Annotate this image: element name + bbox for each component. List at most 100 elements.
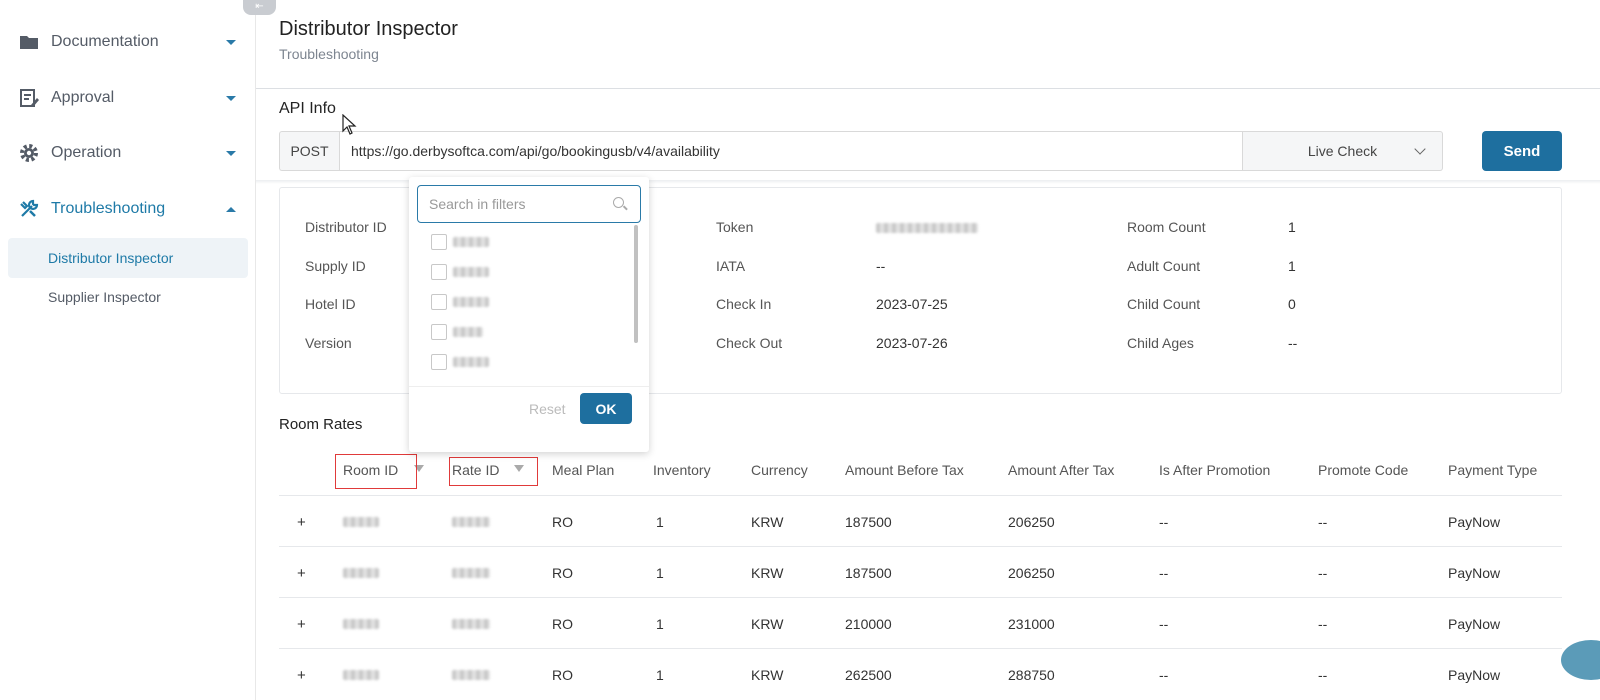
column-header-amount-before-tax[interactable]: Amount Before Tax bbox=[845, 462, 964, 478]
hotel-id-label: Hotel ID bbox=[305, 296, 356, 312]
document-edit-icon bbox=[20, 89, 39, 107]
currency-cell: KRW bbox=[751, 514, 784, 530]
expand-row-icon[interactable]: + bbox=[297, 514, 306, 531]
supply-id-label: Supply ID bbox=[305, 258, 366, 274]
folder-icon bbox=[20, 36, 38, 49]
expand-row-icon[interactable]: + bbox=[297, 616, 306, 633]
breadcrumb: Troubleshooting bbox=[279, 46, 379, 62]
inventory-cell: 1 bbox=[656, 514, 664, 530]
check-in-label: Check In bbox=[716, 296, 772, 312]
checkbox[interactable] bbox=[431, 294, 447, 310]
expand-row-icon[interactable]: + bbox=[297, 565, 306, 582]
before-tax-cell: 210000 bbox=[845, 616, 892, 632]
option-label-redacted bbox=[453, 327, 483, 337]
before-tax-cell: 187500 bbox=[845, 565, 892, 581]
expand-row-icon[interactable]: + bbox=[297, 667, 306, 684]
mode-select[interactable]: Live Check bbox=[1243, 131, 1443, 171]
before-tax-cell: 262500 bbox=[845, 667, 892, 683]
payment-type-cell: PayNow bbox=[1448, 565, 1501, 581]
room-rates-heading: Room Rates bbox=[279, 416, 363, 433]
filter-option[interactable] bbox=[431, 352, 489, 372]
meal-plan-cell: RO bbox=[552, 514, 573, 530]
child-count-value: 0 bbox=[1288, 296, 1296, 312]
inventory-cell: 1 bbox=[656, 616, 664, 632]
column-header-payment-type[interactable]: Payment Type bbox=[1448, 462, 1537, 478]
promote-code-cell: -- bbox=[1318, 667, 1328, 683]
gear-icon bbox=[20, 144, 38, 162]
meal-plan-cell: RO bbox=[552, 565, 573, 581]
reset-button[interactable]: Reset bbox=[529, 401, 566, 417]
sidebar-item-operation[interactable]: Operation bbox=[0, 133, 256, 173]
after-promotion-cell: -- bbox=[1159, 616, 1169, 632]
rate-id-redacted bbox=[452, 517, 490, 527]
filter-search-input[interactable]: Search in filters bbox=[417, 185, 641, 223]
sidebar: ⇤ Documentation Approval Operation Troub… bbox=[0, 0, 276, 700]
method-label: POST bbox=[279, 131, 339, 171]
rate-id-redacted bbox=[452, 670, 490, 680]
promote-code-cell: -- bbox=[1318, 514, 1328, 530]
ok-button[interactable]: OK bbox=[580, 393, 632, 424]
page-title: Distributor Inspector bbox=[279, 18, 458, 40]
filter-option[interactable] bbox=[431, 232, 489, 252]
mode-select-value: Live Check bbox=[1307, 143, 1378, 159]
after-tax-cell: 206250 bbox=[1008, 514, 1055, 530]
promote-code-cell: -- bbox=[1318, 616, 1328, 632]
column-header-amount-after-tax[interactable]: Amount After Tax bbox=[1008, 462, 1114, 478]
token-value-redacted bbox=[876, 223, 978, 233]
chevron-down-icon bbox=[1414, 143, 1426, 155]
distributor-id-label: Distributor ID bbox=[305, 219, 387, 235]
filter-option[interactable] bbox=[431, 292, 489, 312]
sidebar-item-label: Troubleshooting bbox=[51, 200, 166, 217]
wrench-icon bbox=[20, 199, 39, 217]
column-header-is-after-promotion[interactable]: Is After Promotion bbox=[1159, 462, 1270, 478]
promote-code-cell: -- bbox=[1318, 565, 1328, 581]
highlight-box bbox=[449, 457, 538, 486]
table-row: + RO 1 KRW 187500 206250 -- -- PayNow bbox=[279, 496, 1562, 547]
checkbox[interactable] bbox=[431, 354, 447, 370]
room-id-redacted bbox=[343, 568, 379, 578]
sidebar-item-documentation[interactable]: Documentation bbox=[0, 22, 256, 62]
sidebar-subitem-supplier-inspector[interactable]: Supplier Inspector bbox=[8, 277, 248, 317]
column-header-promote-code[interactable]: Promote Code bbox=[1318, 462, 1408, 478]
column-header-currency[interactable]: Currency bbox=[751, 462, 808, 478]
filter-dropdown: Search in filters Reset OK bbox=[409, 177, 649, 452]
column-header-inventory[interactable]: Inventory bbox=[653, 462, 711, 478]
mouse-cursor-icon bbox=[342, 114, 357, 135]
room-id-redacted bbox=[343, 670, 379, 680]
currency-cell: KRW bbox=[751, 667, 784, 683]
api-info-heading: API Info bbox=[279, 100, 336, 117]
chevron-down-icon bbox=[226, 39, 236, 45]
meal-plan-cell: RO bbox=[552, 667, 573, 683]
chevron-up-icon bbox=[226, 206, 236, 212]
scrollbar[interactable] bbox=[634, 225, 638, 343]
adult-count-label: Adult Count bbox=[1127, 258, 1201, 274]
option-label-redacted bbox=[453, 267, 489, 277]
checkbox[interactable] bbox=[431, 234, 447, 250]
sidebar-item-label: Documentation bbox=[51, 33, 159, 50]
sidebar-item-label: Operation bbox=[51, 144, 122, 161]
send-button[interactable]: Send bbox=[1482, 131, 1562, 171]
rate-id-redacted bbox=[452, 619, 490, 629]
child-ages-value: -- bbox=[1288, 335, 1298, 351]
inventory-cell: 1 bbox=[656, 667, 664, 683]
sidebar-subitem-distributor-inspector[interactable]: Distributor Inspector bbox=[8, 238, 248, 278]
sidebar-item-approval[interactable]: Approval bbox=[0, 78, 256, 118]
api-request-bar: POST https://go.derbysoftca.com/api/go/b… bbox=[279, 131, 1443, 171]
url-input[interactable]: https://go.derbysoftca.com/api/go/bookin… bbox=[339, 131, 1243, 171]
filter-option[interactable] bbox=[431, 262, 489, 282]
chevron-down-icon bbox=[226, 95, 236, 101]
checkbox[interactable] bbox=[431, 264, 447, 280]
before-tax-cell: 187500 bbox=[845, 514, 892, 530]
check-out-label: Check Out bbox=[716, 335, 783, 351]
after-promotion-cell: -- bbox=[1159, 565, 1169, 581]
column-header-meal-plan[interactable]: Meal Plan bbox=[552, 462, 614, 478]
sidebar-item-troubleshooting[interactable]: Troubleshooting bbox=[0, 189, 256, 229]
inventory-cell: 1 bbox=[656, 565, 664, 581]
payment-type-cell: PayNow bbox=[1448, 616, 1501, 632]
option-label-redacted bbox=[453, 357, 489, 367]
checkbox[interactable] bbox=[431, 324, 447, 340]
filter-option[interactable] bbox=[431, 322, 483, 342]
after-tax-cell: 288750 bbox=[1008, 667, 1055, 683]
table-row: + RO 1 KRW 210000 231000 -- -- PayNow bbox=[279, 598, 1562, 649]
iata-label: IATA bbox=[716, 258, 746, 274]
